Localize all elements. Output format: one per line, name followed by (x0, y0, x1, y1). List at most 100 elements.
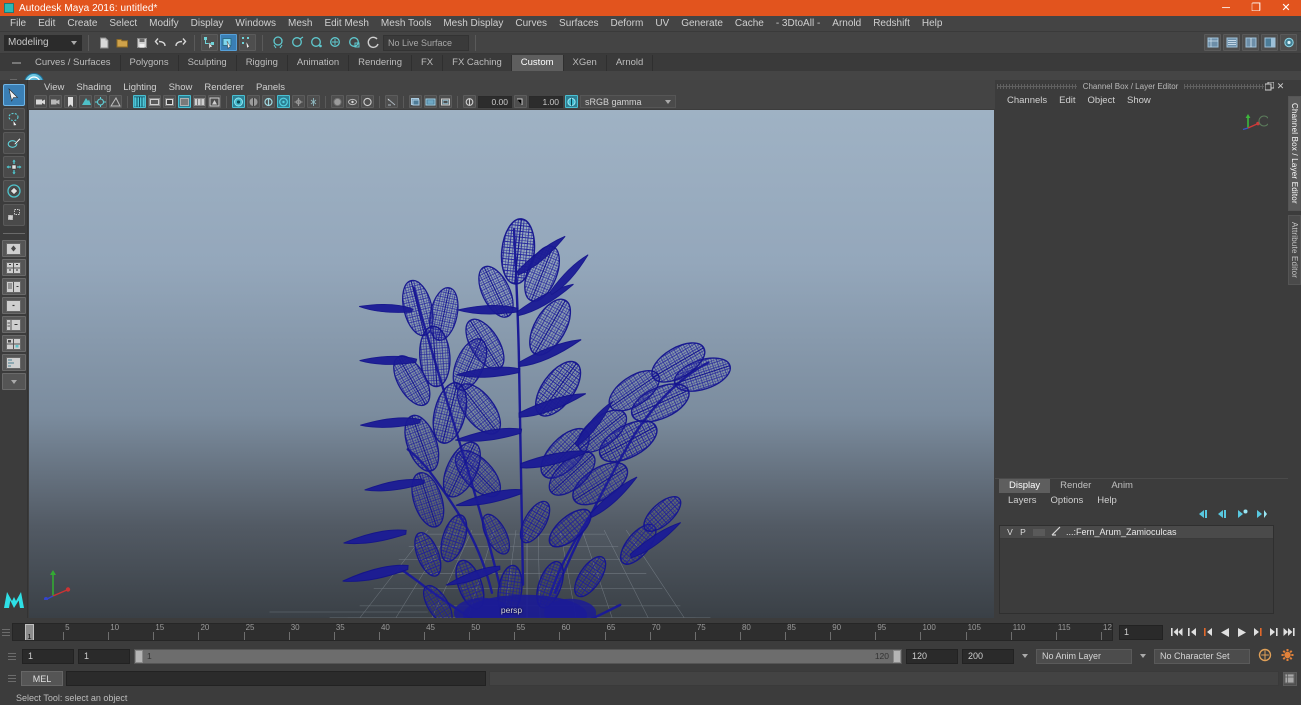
go-to-start-icon[interactable] (1171, 625, 1183, 639)
isolate-select-icon[interactable] (307, 95, 320, 108)
new-scene-icon[interactable] (95, 34, 112, 51)
menu-set-dropdown[interactable]: Modeling (4, 34, 82, 51)
shelf-tab-fx-caching[interactable]: FX Caching (443, 55, 512, 71)
command-line-grip[interactable] (6, 670, 18, 688)
play-forwards-icon[interactable] (1235, 625, 1247, 639)
viewport-menu-panels[interactable]: Panels (250, 82, 291, 93)
channel-box-menu-channels[interactable]: Channels (1001, 95, 1053, 106)
layer-menu-layers[interactable]: Layers (1001, 495, 1044, 506)
menu-3dtoall[interactable]: - 3DtoAll - (770, 16, 826, 32)
layer-tab-render[interactable]: Render (1050, 479, 1102, 493)
close-button[interactable]: ✕ (1271, 0, 1301, 16)
outliner-persp-layout[interactable] (1, 335, 26, 352)
save-scene-icon[interactable] (133, 34, 150, 51)
image-plane-icon[interactable] (79, 95, 92, 108)
gamma-value[interactable]: 1.00 (529, 95, 563, 108)
current-frame-field[interactable]: 1 (1119, 624, 1163, 640)
two-pane-stacked-layout[interactable] (1, 297, 26, 314)
use-all-lights-icon[interactable] (208, 95, 221, 108)
menu-arnold[interactable]: Arnold (826, 16, 867, 32)
select-by-hierarchy-icon[interactable] (201, 34, 218, 51)
animation-start-time-field[interactable]: 1 (22, 648, 74, 664)
playback-start-time-field[interactable]: 1 (78, 648, 130, 664)
exposure-icon[interactable] (463, 95, 476, 108)
menu-create[interactable]: Create (61, 16, 103, 32)
shelf-grip[interactable] (12, 57, 22, 69)
shelf-tab-fx[interactable]: FX (412, 55, 444, 71)
menu-select[interactable]: Select (103, 16, 143, 32)
attribute-editor-icon[interactable] (1223, 34, 1240, 51)
character-set-dropdown[interactable]: No Character Set (1154, 648, 1250, 664)
two-pane-side-layout[interactable] (1, 278, 26, 295)
snap-to-projected-center-icon[interactable] (326, 34, 343, 51)
perspective-viewport[interactable]: persp (29, 110, 994, 618)
layer-color-swatch[interactable] (1032, 527, 1046, 537)
new-layer-icon[interactable] (1236, 509, 1248, 522)
shelf-tab-animation[interactable]: Animation (287, 55, 350, 71)
xray-active-components-icon[interactable] (361, 95, 374, 108)
viewport-transform-icon[interactable] (385, 95, 398, 108)
undo-icon[interactable] (152, 34, 169, 51)
hypergraph-layout[interactable] (1, 354, 26, 371)
menu-uv[interactable]: UV (649, 16, 675, 32)
undock-panel-icon[interactable] (1264, 81, 1275, 92)
lasso-select-tool[interactable] (2, 108, 25, 130)
move-tool[interactable] (2, 156, 25, 178)
panel-drag-handle-right[interactable] (1184, 84, 1265, 89)
go-to-end-icon[interactable] (1283, 625, 1295, 639)
select-by-object-icon[interactable] (220, 34, 237, 51)
shelf-tab-sculpting[interactable]: Sculpting (178, 55, 237, 71)
anim-layer-dropdown[interactable]: No Anim Layer (1036, 648, 1132, 664)
grid-display-icon[interactable] (409, 95, 422, 108)
menu-modify[interactable]: Modify (143, 16, 184, 32)
texture-icon[interactable] (193, 95, 206, 108)
shelf-tab-xgen[interactable]: XGen (563, 55, 607, 71)
color-management-icon[interactable] (565, 95, 578, 108)
shadows-icon[interactable] (232, 95, 245, 108)
layer-visibility-toggle[interactable]: V (1006, 527, 1014, 537)
maximize-button[interactable]: ❐ (1241, 0, 1271, 16)
chevron-down-icon-2[interactable] (1136, 654, 1150, 658)
play-backwards-icon[interactable] (1219, 625, 1231, 639)
make-live-icon[interactable] (364, 34, 381, 51)
current-time-indicator[interactable]: 1 (25, 624, 34, 640)
dock-tab-attribute-editor[interactable]: Attribute Editor (1288, 214, 1301, 285)
snap-to-view-plane-icon[interactable] (345, 34, 362, 51)
menu-edit[interactable]: Edit (32, 16, 61, 32)
channel-box-content[interactable] (995, 108, 1288, 478)
range-slider-grip[interactable] (6, 647, 18, 665)
open-scene-icon[interactable] (114, 34, 131, 51)
step-back-frame-icon[interactable] (1187, 625, 1199, 639)
shelf-tab-polygons[interactable]: Polygons (120, 55, 179, 71)
layer-tab-display[interactable]: Display (999, 479, 1051, 493)
layer-list[interactable]: V P ...:Fern_Arum_Zamioculcas (999, 525, 1274, 614)
script-language-button[interactable]: MEL (21, 671, 63, 686)
more-layouts[interactable] (1, 373, 26, 390)
layer-playback-toggle[interactable]: P (1019, 527, 1027, 537)
menu-mesh-display[interactable]: Mesh Display (437, 16, 509, 32)
new-layer-from-selected-icon[interactable] (1256, 509, 1268, 522)
animation-end-time-field[interactable]: 200 (962, 648, 1014, 664)
layer-menu-help[interactable]: Help (1090, 495, 1124, 506)
flat-shade-icon[interactable] (163, 95, 176, 108)
snap-to-grid-icon[interactable] (269, 34, 286, 51)
single-perspective-layout[interactable] (1, 240, 26, 257)
select-tool[interactable] (2, 84, 25, 106)
layer-row[interactable]: V P ...:Fern_Arum_Zamioculcas (1000, 526, 1273, 539)
menu-redshift[interactable]: Redshift (867, 16, 916, 32)
render-view-icon[interactable] (1280, 34, 1297, 51)
paint-select-tool[interactable] (2, 132, 25, 154)
multisample-icon[interactable] (277, 95, 290, 108)
menu-deform[interactable]: Deform (605, 16, 650, 32)
three-pane-layout[interactable] (1, 316, 26, 333)
show-hide-editors-icon[interactable] (1204, 34, 1221, 51)
menu-edit-mesh[interactable]: Edit Mesh (318, 16, 374, 32)
script-editor-icon[interactable] (1283, 671, 1297, 686)
motion-blur-icon[interactable] (262, 95, 275, 108)
xray-icon[interactable] (331, 95, 344, 108)
menu-mesh[interactable]: Mesh (282, 16, 318, 32)
channel-box-menu-object[interactable]: Object (1082, 95, 1121, 106)
layer-name[interactable]: ...:Fern_Arum_Zamioculcas (1066, 527, 1177, 537)
menu-help[interactable]: Help (916, 16, 949, 32)
menu-cache[interactable]: Cache (729, 16, 770, 32)
